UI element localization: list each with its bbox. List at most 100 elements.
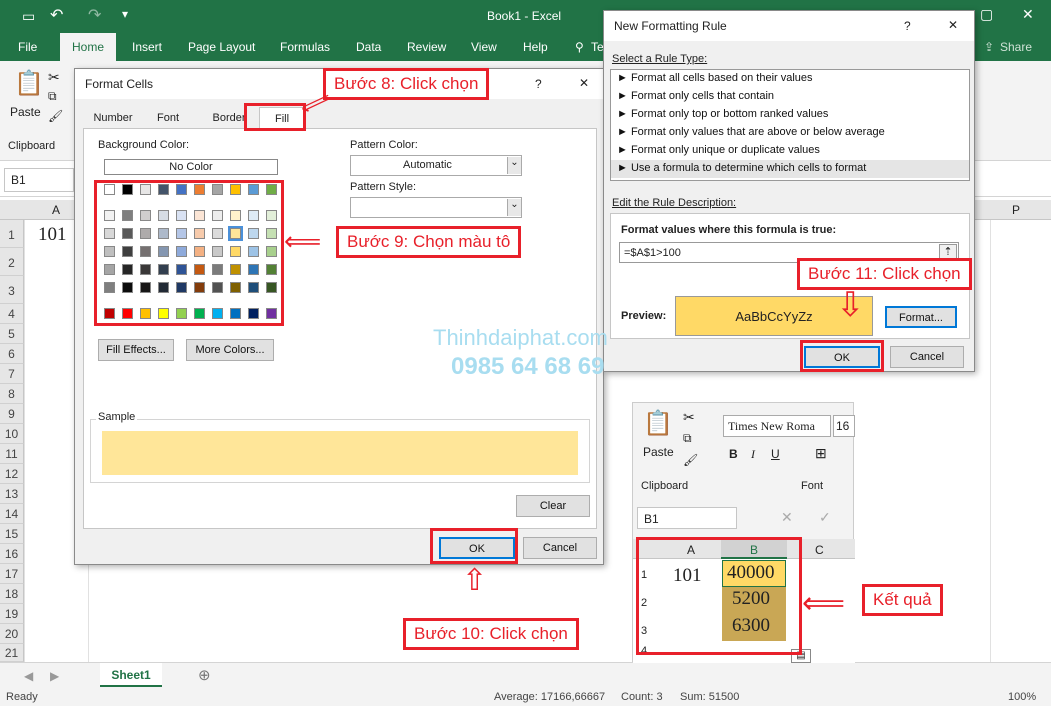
paste-label[interactable]: Paste: [643, 445, 674, 459]
cancel-entry-icon[interactable]: ✕: [781, 509, 793, 526]
row-header[interactable]: 1: [0, 220, 24, 248]
tab-review[interactable]: Review: [407, 40, 446, 54]
sheet-tab[interactable]: Sheet1: [100, 663, 162, 687]
zoom-level[interactable]: 100%: [1008, 691, 1036, 703]
new-formatting-rule-dialog: New Formatting Rule ? ✕ Select a Rule Ty…: [603, 10, 975, 372]
row-header[interactable]: 12: [0, 464, 24, 484]
tab-tell-me[interactable]: Te: [591, 40, 604, 54]
undo-icon[interactable]: ↶: [50, 5, 63, 25]
row-header[interactable]: 14: [0, 504, 24, 524]
clipboard-group-label: Clipboard: [8, 140, 56, 152]
sheet-tab-bar: ◀ ▶ Sheet1 ⊕: [0, 662, 1051, 688]
no-color-button[interactable]: No Color: [104, 159, 278, 175]
close-icon[interactable]: ✕: [948, 18, 958, 32]
name-box[interactable]: B1: [4, 168, 74, 192]
bold-icon[interactable]: B: [729, 447, 738, 461]
cancel-button[interactable]: Cancel: [890, 346, 964, 368]
font-name-select[interactable]: Times New Roma: [723, 415, 831, 437]
help-button[interactable]: ?: [535, 77, 542, 91]
clear-button[interactable]: Clear: [516, 495, 590, 517]
format-painter-icon[interactable]: 🖌: [48, 109, 63, 123]
col-header-c[interactable]: C: [815, 543, 824, 557]
rule-type-item-selected[interactable]: ► Use a formula to determine which cells…: [611, 160, 969, 178]
row-header[interactable]: 18: [0, 584, 24, 604]
paste-icon[interactable]: 📋: [643, 409, 673, 438]
col-header-p[interactable]: P: [1012, 203, 1020, 217]
tab-font[interactable]: Font: [143, 112, 193, 124]
tab-number[interactable]: Number: [85, 112, 141, 124]
preview-label: Preview:: [621, 310, 667, 322]
customize-icon[interactable]: ▾: [122, 7, 128, 21]
background-color-label: Background Color:: [98, 139, 190, 151]
confirm-entry-icon[interactable]: ✓: [819, 509, 831, 526]
tab-data[interactable]: Data: [356, 40, 381, 54]
row-header[interactable]: 4: [0, 304, 24, 324]
pattern-style-select[interactable]: [350, 197, 522, 218]
row-header[interactable]: 8: [0, 384, 24, 404]
tab-home[interactable]: Home: [60, 33, 117, 61]
row-header[interactable]: 15: [0, 524, 24, 544]
restore-icon[interactable]: ▢: [980, 6, 993, 23]
save-icon[interactable]: ▭: [22, 8, 35, 25]
paste-icon[interactable]: 📋: [14, 69, 44, 98]
italic-icon[interactable]: I: [751, 447, 755, 462]
fill-effects-button[interactable]: Fill Effects...: [98, 339, 174, 361]
close-icon[interactable]: ✕: [1022, 6, 1034, 23]
window-title: Book1 - Excel: [487, 9, 562, 23]
tab-help[interactable]: Help: [523, 40, 548, 54]
prev-sheet-icon[interactable]: ◀: [24, 669, 33, 683]
rule-type-item[interactable]: ► Format only unique or duplicate values: [611, 142, 969, 160]
font-size-select[interactable]: 16: [833, 415, 855, 437]
format-button[interactable]: Format...: [885, 306, 957, 328]
tab-formulas[interactable]: Formulas: [280, 40, 330, 54]
row-header[interactable]: 9: [0, 404, 24, 424]
row-header[interactable]: 3: [0, 276, 24, 304]
cell-a1[interactable]: 101: [38, 224, 67, 246]
copy-icon[interactable]: ⧉: [48, 89, 57, 104]
help-button[interactable]: ?: [904, 19, 911, 33]
row-header[interactable]: 19: [0, 604, 24, 624]
format-painter-icon[interactable]: 🖌: [683, 453, 698, 467]
row-header[interactable]: 7: [0, 364, 24, 384]
cut-icon[interactable]: ✂: [48, 69, 60, 86]
col-header-a[interactable]: A: [52, 203, 60, 217]
rule-type-item[interactable]: ► Format all cells based on their values: [611, 70, 969, 88]
row-header[interactable]: 13: [0, 484, 24, 504]
redo-icon[interactable]: ↷: [88, 5, 101, 25]
add-sheet-icon[interactable]: ⊕: [198, 666, 211, 684]
status-bar: Ready Average: 17166,66667 Count: 3 Sum:…: [0, 688, 1051, 706]
rule-type-item[interactable]: ► Format only cells that contain: [611, 88, 969, 106]
chevron-down-icon[interactable]: ⌄: [507, 157, 521, 174]
row-header[interactable]: 6: [0, 344, 24, 364]
copy-icon[interactable]: ⧉: [683, 431, 692, 446]
pattern-color-select[interactable]: Automatic: [350, 155, 522, 176]
row-header[interactable]: 11: [0, 444, 24, 464]
lightbulb-icon[interactable]: ⚲: [575, 40, 584, 54]
tab-insert[interactable]: Insert: [132, 40, 162, 54]
underline-icon[interactable]: U: [771, 447, 780, 461]
share-icon[interactable]: ⇪: [984, 40, 994, 54]
tab-file[interactable]: File: [18, 40, 37, 54]
chevron-down-icon[interactable]: ⌄: [507, 199, 521, 216]
row-header[interactable]: 17: [0, 564, 24, 584]
borders-icon[interactable]: ⊞: [815, 445, 827, 462]
row-header[interactable]: 20: [0, 624, 24, 644]
rule-type-item[interactable]: ► Format only values that are above or b…: [611, 124, 969, 142]
name-box[interactable]: B1: [637, 507, 737, 529]
row-header[interactable]: 16: [0, 544, 24, 564]
highlight-result-range: [636, 537, 802, 655]
next-sheet-icon[interactable]: ▶: [50, 669, 59, 683]
cancel-button[interactable]: Cancel: [523, 537, 597, 559]
row-header[interactable]: 5: [0, 324, 24, 344]
tab-page-layout[interactable]: Page Layout: [188, 40, 255, 54]
rule-type-item[interactable]: ► Format only top or bottom ranked value…: [611, 106, 969, 124]
cut-icon[interactable]: ✂: [683, 409, 695, 426]
share-button[interactable]: Share: [1000, 40, 1032, 54]
more-colors-button[interactable]: More Colors...: [186, 339, 274, 361]
close-icon[interactable]: ✕: [579, 76, 589, 90]
row-header[interactable]: 2: [0, 248, 24, 276]
row-header[interactable]: 10: [0, 424, 24, 444]
paste-label[interactable]: Paste: [10, 105, 41, 119]
tab-view[interactable]: View: [471, 40, 497, 54]
row-header[interactable]: 21: [0, 644, 24, 662]
